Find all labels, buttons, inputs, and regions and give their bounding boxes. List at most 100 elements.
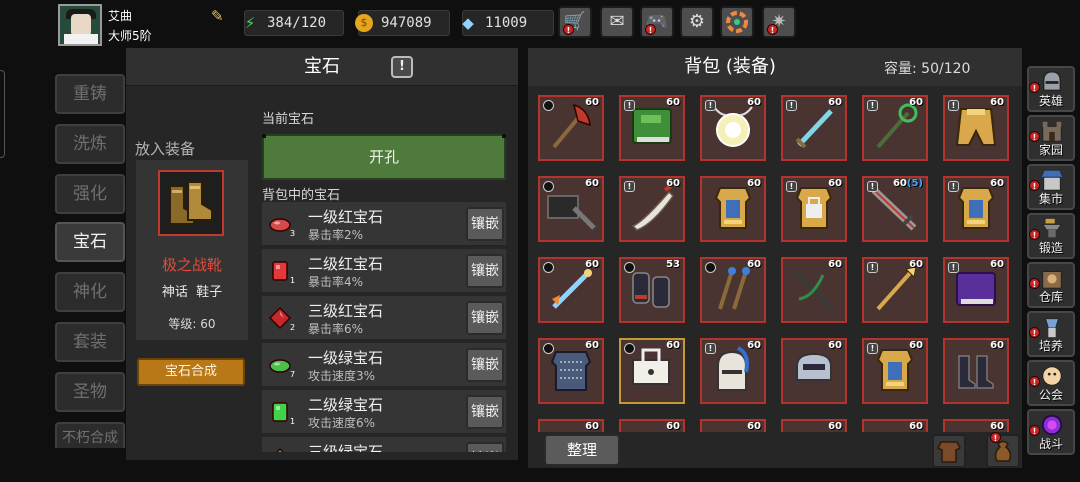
tab-enhance[interactable]: 强化 <box>55 174 125 214</box>
inventory-slot[interactable]: 60 <box>700 176 766 242</box>
alert-icon: ! <box>948 181 959 192</box>
inventory-slot[interactable]: 60 <box>781 419 847 432</box>
item-level: 60 <box>828 178 842 189</box>
gold-coin-icon: $ <box>355 14 373 32</box>
inventory-slot[interactable]: 60 <box>943 338 1009 404</box>
item-level: 60 <box>585 178 599 189</box>
inventory-slot[interactable]: 60 <box>862 419 928 432</box>
item-level: 60 <box>828 259 842 270</box>
inlay-button[interactable]: 镶嵌 <box>466 301 504 335</box>
tab-relic[interactable]: 圣物 <box>55 372 125 412</box>
menu-cultivate[interactable]: ! 培养 <box>1027 311 1075 357</box>
inlay-button[interactable]: 镶嵌 <box>466 442 504 452</box>
inventory-slot[interactable]: ! 60 <box>862 95 928 161</box>
inventory-slot[interactable]: ! 60 <box>700 338 766 404</box>
menu-guild[interactable]: ! 公会 <box>1027 360 1075 406</box>
inventory-slot[interactable]: 60 <box>700 257 766 323</box>
anvil-icon <box>1041 218 1063 238</box>
inlay-button[interactable]: 镶嵌 <box>466 348 504 382</box>
inventory-slot[interactable]: ! 60 <box>862 338 928 404</box>
battle-portal-icon <box>1041 414 1063 436</box>
player-avatar[interactable] <box>58 4 102 46</box>
equip-slot[interactable] <box>158 170 224 236</box>
color-wheel-button[interactable] <box>720 6 754 38</box>
inventory-slot[interactable]: 60 <box>538 257 604 323</box>
inventory-slot[interactable]: 60 <box>538 419 604 432</box>
diamond-value: 11009 <box>485 15 528 31</box>
bag-action-button[interactable]: ! <box>986 432 1020 468</box>
gem-list[interactable]: 3 一级红宝石 暴击率2% 镶嵌 1 二级红宝石 暴击率4% 镶嵌 2 三级红宝石 暴击率6% 镶嵌 7… <box>258 202 510 452</box>
tab-refine[interactable]: 洗炼 <box>55 124 125 164</box>
menu-warehouse[interactable]: ! 仓库 <box>1027 262 1075 308</box>
help-button[interactable]: ! <box>391 56 413 78</box>
item-level: 60 <box>585 421 599 432</box>
equip-name: 极之战靴 <box>161 256 222 274</box>
edit-icon[interactable]: ✎ <box>211 8 227 24</box>
inventory-slot[interactable]: 60 <box>781 338 847 404</box>
hero-helmet-icon <box>1043 71 1061 91</box>
gem-name: 二级红宝石 <box>308 255 384 273</box>
menu-label: 家园 <box>1038 143 1063 157</box>
inventory-slot[interactable]: 60 <box>943 419 1009 432</box>
gem-panel-title: 宝石 <box>304 56 340 77</box>
menu-market[interactable]: ! 集市 <box>1027 164 1075 210</box>
menu-label: 仓库 <box>1038 290 1063 304</box>
diamond-counter: ◆ 11009 <box>462 10 554 36</box>
item-level: 60 <box>666 421 680 432</box>
gem-stat: 暴击率6% <box>308 322 364 336</box>
firework-button[interactable]: ✷! <box>762 6 796 38</box>
gem-row: 7 一级绿宝石 攻击速度3% 镶嵌 <box>262 343 506 387</box>
inventory-slot[interactable]: 60 <box>538 95 604 161</box>
gamepad-button[interactable]: 🎮! <box>640 6 674 38</box>
inventory-slot[interactable]: 60 <box>700 419 766 432</box>
inventory-slot[interactable]: ! 60 <box>781 176 847 242</box>
item-level: 60 <box>747 340 761 351</box>
inventory-slot[interactable]: ! 60(5) <box>862 176 928 242</box>
settings-button[interactable]: ⚙ <box>680 6 714 38</box>
edge-handle[interactable] <box>0 70 5 158</box>
boots-icon <box>169 181 213 225</box>
inventory-slot[interactable]: 60 <box>538 176 604 242</box>
shop-button[interactable]: 🛒! <box>558 6 592 38</box>
gem-synthesis-button[interactable]: 宝石合成 <box>137 358 245 386</box>
inlay-button[interactable]: 镶嵌 <box>466 395 504 429</box>
equip-slot-label: 放入装备 <box>135 140 196 158</box>
menu-hero-helmet[interactable]: ! 英雄 <box>1027 66 1075 112</box>
gold-counter: $ 947089 <box>355 10 450 36</box>
inventory-slot[interactable]: 60 <box>619 338 685 404</box>
inventory-slot[interactable]: ! 60 <box>700 95 766 161</box>
item-level: 60 <box>747 421 761 432</box>
tab-immortal-synthesis[interactable]: 不朽合成 <box>55 422 125 448</box>
gem-icon <box>275 447 285 452</box>
inventory-slot[interactable]: ! 60 <box>619 95 685 161</box>
open-socket-button[interactable]: 开孔 <box>262 134 506 180</box>
backpack-grid[interactable]: 60! 60! 60! 60! 60! 60 60! 60 60! 60! 60(5)! 60 60 53… <box>530 88 1020 432</box>
sort-button[interactable]: 整理 <box>544 434 620 466</box>
diamond-icon: ◆ <box>462 14 474 32</box>
menu-battle-portal[interactable]: ! 战斗 <box>1027 409 1075 455</box>
inventory-slot[interactable]: 53 <box>619 257 685 323</box>
inventory-slot[interactable]: ! 60 <box>862 257 928 323</box>
inventory-slot[interactable]: 60 <box>619 419 685 432</box>
item-level: 60 <box>747 259 761 270</box>
mail-button[interactable]: ✉ <box>600 6 634 38</box>
inventory-slot[interactable]: ! 60 <box>943 176 1009 242</box>
tab-deify[interactable]: 神化 <box>55 272 125 312</box>
inlay-button[interactable]: 镶嵌 <box>466 254 504 288</box>
inlay-button[interactable]: 镶嵌 <box>466 207 504 241</box>
item-level: 60 <box>828 421 842 432</box>
tab-set[interactable]: 套装 <box>55 322 125 362</box>
menu-castle[interactable]: ! 家园 <box>1027 115 1075 161</box>
gem-stat: 暴击率2% <box>308 228 364 242</box>
armor-filter-button[interactable] <box>932 434 966 468</box>
inventory-slot[interactable]: ! 60 <box>619 176 685 242</box>
inventory-slot[interactable]: ! 60 <box>943 95 1009 161</box>
inventory-slot[interactable]: 60 <box>538 338 604 404</box>
tab-gem[interactable]: 宝石 <box>55 222 125 262</box>
inventory-slot[interactable]: ! 60 <box>943 257 1009 323</box>
tab-recast[interactable]: 重铸 <box>55 74 125 114</box>
inventory-slot[interactable]: 60 <box>781 257 847 323</box>
menu-anvil[interactable]: ! 锻造 <box>1027 213 1075 259</box>
equip-quality: 神话 <box>161 285 188 300</box>
inventory-slot[interactable]: ! 60 <box>781 95 847 161</box>
